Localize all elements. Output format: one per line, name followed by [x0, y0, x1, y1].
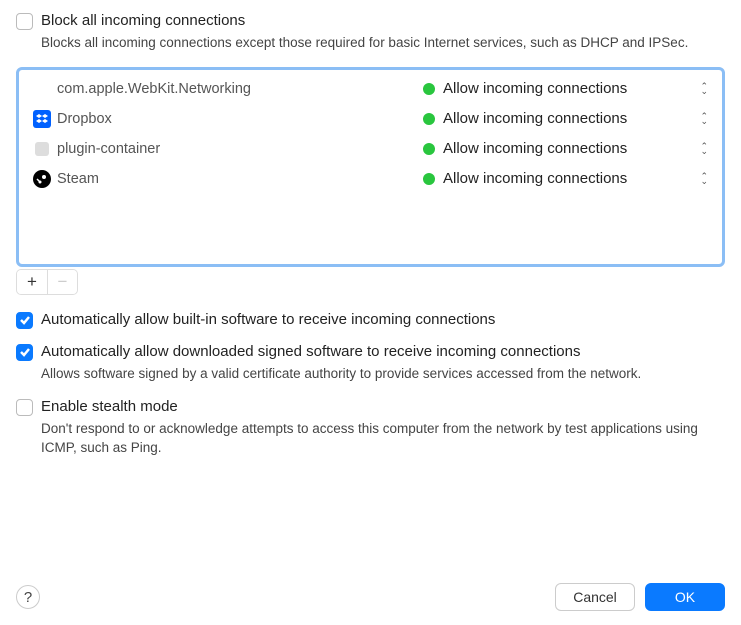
app-name: Dropbox	[57, 111, 423, 127]
status-text: Allow incoming connections	[443, 170, 692, 187]
status-dot-icon	[423, 113, 435, 125]
footer-buttons: Cancel OK	[555, 583, 725, 611]
status-dot-icon	[423, 143, 435, 155]
block-all-group: Block all incoming connections Blocks al…	[16, 12, 725, 53]
stealth-label: Enable stealth mode	[41, 398, 178, 415]
auto-builtin-checkbox[interactable]	[16, 312, 33, 329]
auto-builtin-group: Automatically allow built-in software to…	[16, 311, 725, 329]
status-cell[interactable]: Allow incoming connections ⌃⌄	[423, 140, 708, 157]
app-row[interactable]: Dropbox Allow incoming connections ⌃⌄	[19, 104, 722, 134]
auto-signed-desc: Allows software signed by a valid certif…	[41, 365, 725, 384]
stealth-checkbox[interactable]	[16, 399, 33, 416]
app-icon	[33, 80, 51, 98]
status-dot-icon	[423, 173, 435, 185]
updown-icon[interactable]: ⌃⌄	[700, 114, 708, 124]
cancel-button[interactable]: Cancel	[555, 583, 635, 611]
auto-signed-label: Automatically allow downloaded signed so…	[41, 343, 580, 360]
app-row[interactable]: Steam Allow incoming connections ⌃⌄	[19, 164, 722, 194]
status-cell[interactable]: Allow incoming connections ⌃⌄	[423, 80, 708, 97]
updown-icon[interactable]: ⌃⌄	[700, 84, 708, 94]
auto-signed-group: Automatically allow downloaded signed so…	[16, 343, 725, 384]
block-all-checkbox[interactable]	[16, 13, 33, 30]
stealth-desc: Don't respond to or acknowledge attempts…	[41, 420, 725, 458]
help-button[interactable]: ?	[16, 585, 40, 609]
plugin-icon	[35, 142, 49, 156]
app-list: com.apple.WebKit.Networking Allow incomi…	[19, 70, 722, 198]
app-name: com.apple.WebKit.Networking	[57, 81, 423, 97]
updown-icon[interactable]: ⌃⌄	[700, 144, 708, 154]
status-cell[interactable]: Allow incoming connections ⌃⌄	[423, 170, 708, 187]
block-all-label: Block all incoming connections	[41, 12, 245, 29]
app-list-container: com.apple.WebKit.Networking Allow incomi…	[16, 67, 725, 267]
ok-button[interactable]: OK	[645, 583, 725, 611]
app-row[interactable]: plugin-container Allow incoming connecti…	[19, 134, 722, 164]
app-name: plugin-container	[57, 141, 423, 157]
app-name: Steam	[57, 171, 423, 187]
auto-builtin-label: Automatically allow built-in software to…	[41, 311, 495, 328]
status-text: Allow incoming connections	[443, 80, 692, 97]
steam-icon	[33, 170, 51, 188]
status-cell[interactable]: Allow incoming connections ⌃⌄	[423, 110, 708, 127]
stealth-group: Enable stealth mode Don't respond to or …	[16, 398, 725, 458]
block-all-desc: Blocks all incoming connections except t…	[41, 34, 725, 53]
list-controls: + −	[16, 269, 78, 295]
app-row[interactable]: com.apple.WebKit.Networking Allow incomi…	[19, 74, 722, 104]
status-text: Allow incoming connections	[443, 140, 692, 157]
footer: ? Cancel OK	[16, 583, 725, 611]
updown-icon[interactable]: ⌃⌄	[700, 174, 708, 184]
auto-signed-checkbox[interactable]	[16, 344, 33, 361]
status-dot-icon	[423, 83, 435, 95]
remove-button[interactable]: −	[47, 270, 77, 294]
status-text: Allow incoming connections	[443, 110, 692, 127]
dropbox-icon	[33, 110, 51, 128]
add-button[interactable]: +	[17, 270, 47, 294]
